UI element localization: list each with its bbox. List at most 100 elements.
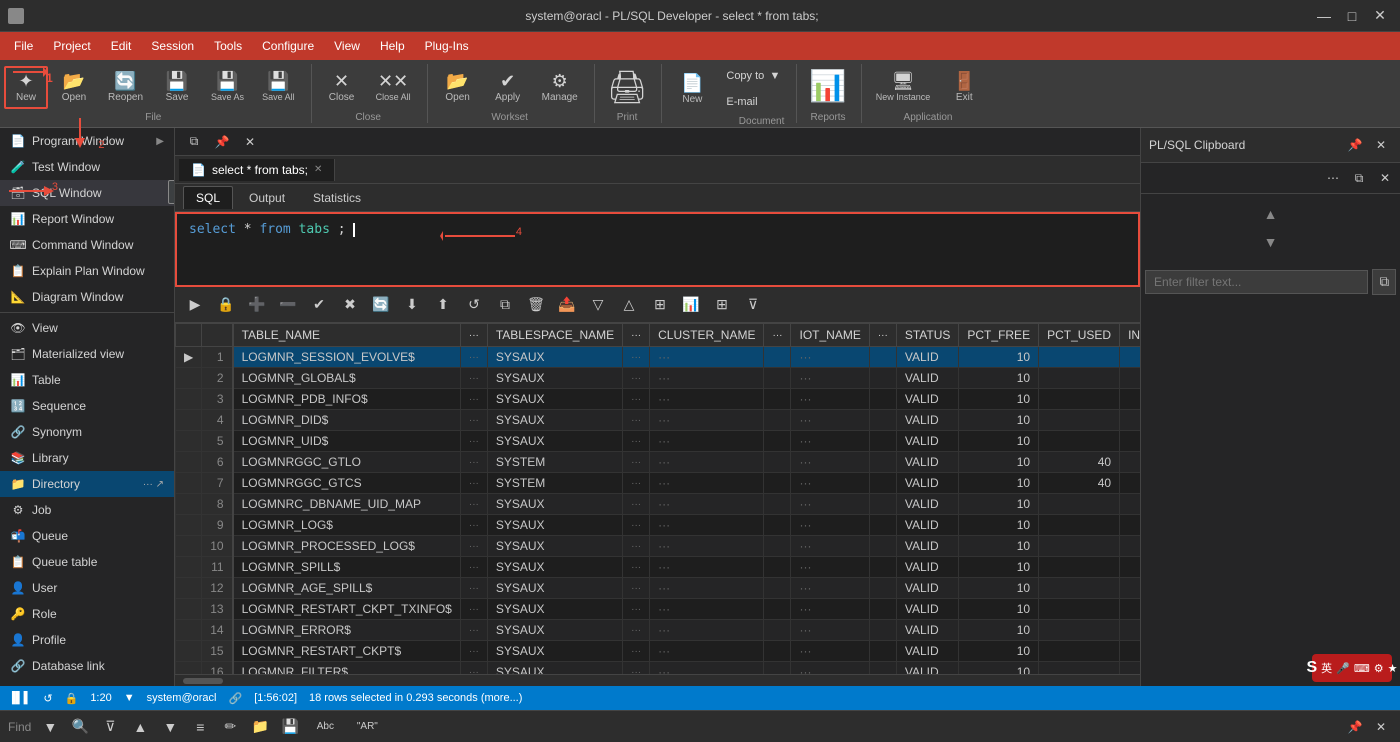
- sidebar-item-view[interactable]: 👁 View: [0, 315, 174, 341]
- find-search-button[interactable]: 🔍: [69, 716, 91, 738]
- sidebar-item-library[interactable]: 📚 Library: [0, 445, 174, 471]
- sql-tab-output[interactable]: Output: [237, 187, 297, 209]
- sidebar-item-report-window[interactable]: 📊 Report Window: [0, 206, 174, 232]
- sidebar-item-profile[interactable]: 👤 Profile: [0, 627, 174, 653]
- sql-columns-button[interactable]: ⊞: [646, 291, 674, 319]
- panel-down-arrow[interactable]: ▼: [1259, 230, 1283, 254]
- sidebar-item-directory[interactable]: 📁 Directory ··· ↗: [0, 471, 174, 497]
- menu-project[interactable]: Project: [43, 35, 100, 57]
- sql-chart-button[interactable]: 📊: [677, 291, 705, 319]
- sql-tab-statistics[interactable]: Statistics: [301, 187, 373, 209]
- sidebar-item-command-window[interactable]: ⌨ Command Window: [0, 232, 174, 258]
- toolbar-open-button[interactable]: 📂 Open: [50, 68, 98, 107]
- find-pin-button[interactable]: 📌: [1344, 716, 1366, 738]
- toolbar-save-button[interactable]: 💾 Save: [153, 68, 201, 107]
- col-pct-used[interactable]: PCT_USED: [1039, 324, 1120, 347]
- toolbar-new-button[interactable]: ✦ New: [4, 66, 48, 109]
- sidebar-item-explain-plan[interactable]: 📋 Explain Plan Window: [0, 258, 174, 284]
- toolbar-doc-new-button[interactable]: 📄 New: [668, 70, 716, 109]
- menu-help[interactable]: Help: [370, 35, 415, 57]
- sql-editor[interactable]: select * from tabs ;: [175, 212, 1140, 287]
- maximize-button[interactable]: □: [1340, 4, 1364, 28]
- sql-remove-row-button[interactable]: ➖: [274, 291, 302, 319]
- sidebar-item-table[interactable]: 📊 Table: [0, 367, 174, 393]
- find-filter-button[interactable]: ⊽: [99, 716, 121, 738]
- toolbar-saveas-button[interactable]: 💾 Save As: [203, 68, 252, 106]
- sidebar-item-queue[interactable]: 📬 Queue: [0, 523, 174, 549]
- find-options-button[interactable]: ▼: [39, 716, 61, 738]
- sql-down-button[interactable]: ⬇: [398, 291, 426, 319]
- col-pct-free[interactable]: PCT_FREE: [959, 324, 1039, 347]
- menu-configure[interactable]: Configure: [252, 35, 324, 57]
- horizontal-scrollbar[interactable]: [175, 674, 1140, 686]
- panel-close-button[interactable]: ✕: [1370, 134, 1392, 156]
- sidebar-item-program-window[interactable]: 📄 Program Window ▶: [0, 128, 174, 154]
- sidebar-item-sql-window[interactable]: 🗃 SQL Window Create a new SQL Window: [0, 180, 174, 206]
- toolbar-newinstance-button[interactable]: 🖥 New Instance: [868, 68, 939, 106]
- panel-maximize-button[interactable]: ⧉: [1348, 167, 1370, 189]
- sidebar-item-diagram-window[interactable]: 📐 Diagram Window: [0, 284, 174, 310]
- toolbar-workset-open-button[interactable]: 📂 Open: [434, 68, 482, 107]
- minimize-button[interactable]: —: [1312, 4, 1336, 28]
- sidebar-item-queue-table[interactable]: 📋 Queue table: [0, 549, 174, 575]
- find-pencil-button[interactable]: ✏: [219, 716, 241, 738]
- toolbar-apply-button[interactable]: ✔ Apply: [484, 68, 532, 107]
- find-next-button[interactable]: ▼: [159, 716, 181, 738]
- col-status[interactable]: STATUS: [896, 324, 959, 347]
- toolbar-exit-button[interactable]: 🚪 Exit: [940, 68, 988, 107]
- data-grid-container[interactable]: TABLE_NAME ··· TABLESPACE_NAME ··· CLUST…: [175, 323, 1140, 674]
- menu-file[interactable]: File: [4, 35, 43, 57]
- sql-cancel-button[interactable]: ✖: [336, 291, 364, 319]
- filter-input[interactable]: [1145, 270, 1368, 294]
- tab-select-tabs[interactable]: 📄 select * from tabs; ✕: [179, 159, 335, 181]
- sql-check-button[interactable]: ✔: [305, 291, 333, 319]
- toolbar-print-button[interactable]: 🖨: [601, 67, 654, 107]
- sidebar-item-database-link[interactable]: 🔗 Database link: [0, 653, 174, 679]
- panel-options-button[interactable]: ⋯: [1322, 167, 1344, 189]
- col-iot-name[interactable]: IOT_NAME: [791, 324, 869, 347]
- window-restore-button[interactable]: ⧉: [183, 131, 205, 153]
- toolbar-close-button[interactable]: ✕ Close: [318, 68, 366, 107]
- toolbar-closeall-button[interactable]: ✕✕ Close All: [368, 68, 419, 106]
- sidebar-item-sequence[interactable]: 🔢 Sequence: [0, 393, 174, 419]
- sidebar-item-synonym[interactable]: 🔗 Synonym: [0, 419, 174, 445]
- menu-session[interactable]: Session: [141, 35, 204, 57]
- toolbar-email-button[interactable]: E-mail: [718, 90, 788, 114]
- find-folder-button[interactable]: 📁: [249, 716, 271, 738]
- sql-refresh-button[interactable]: 🔄: [367, 291, 395, 319]
- find-save-button[interactable]: 💾: [279, 716, 301, 738]
- find-regex2-button[interactable]: "AR": [349, 716, 385, 738]
- find-prev-button[interactable]: ▲: [129, 716, 151, 738]
- find-list-button[interactable]: ≡: [189, 716, 211, 738]
- col-tablespace-name[interactable]: TABLESPACE_NAME: [487, 324, 622, 347]
- menu-view[interactable]: View: [324, 35, 370, 57]
- sidebar-item-role[interactable]: 🔑 Role: [0, 601, 174, 627]
- col-cluster-name[interactable]: CLUSTER_NAME: [650, 324, 764, 347]
- close-button[interactable]: ✕: [1368, 4, 1392, 28]
- tab-close-button[interactable]: ✕: [314, 164, 322, 175]
- sidebar-item-job[interactable]: ⚙ Job: [0, 497, 174, 523]
- sql-sort-asc-button[interactable]: △: [615, 291, 643, 319]
- find-regex-button[interactable]: Abc: [309, 716, 341, 738]
- sql-tab-sql[interactable]: SQL: [183, 186, 233, 209]
- panel-up-arrow[interactable]: ▲: [1259, 202, 1283, 226]
- toolbar-manage-button[interactable]: ⚙ Manage: [534, 68, 586, 107]
- sql-up-button[interactable]: ⬆: [429, 291, 457, 319]
- sql-lock-button[interactable]: 🔒: [212, 291, 240, 319]
- sql-loop-button[interactable]: ↺: [460, 291, 488, 319]
- sql-export-button[interactable]: 📤: [553, 291, 581, 319]
- toolbar-reopen-button[interactable]: 🔄 Reopen: [100, 68, 151, 107]
- menu-edit[interactable]: Edit: [101, 35, 142, 57]
- panel-close2-button[interactable]: ✕: [1374, 167, 1396, 189]
- status-dropdown[interactable]: ▼: [124, 692, 135, 704]
- sql-where-button[interactable]: ⊽: [739, 291, 767, 319]
- sql-copy-button[interactable]: ⧉: [491, 291, 519, 319]
- sidebar-item-test-window[interactable]: 🧪 Test Window: [0, 154, 174, 180]
- sql-execute-button[interactable]: ▶: [181, 291, 209, 319]
- find-close-button[interactable]: ✕: [1370, 716, 1392, 738]
- sql-grid-button[interactable]: ⊞: [708, 291, 736, 319]
- filter-expand-button[interactable]: ⧉: [1372, 269, 1396, 295]
- sql-clear-button[interactable]: 🗑: [522, 291, 550, 319]
- sidebar-item-materialized-view[interactable]: 🗂 Materialized view: [0, 341, 174, 367]
- reports-button[interactable]: 📊: [803, 68, 852, 106]
